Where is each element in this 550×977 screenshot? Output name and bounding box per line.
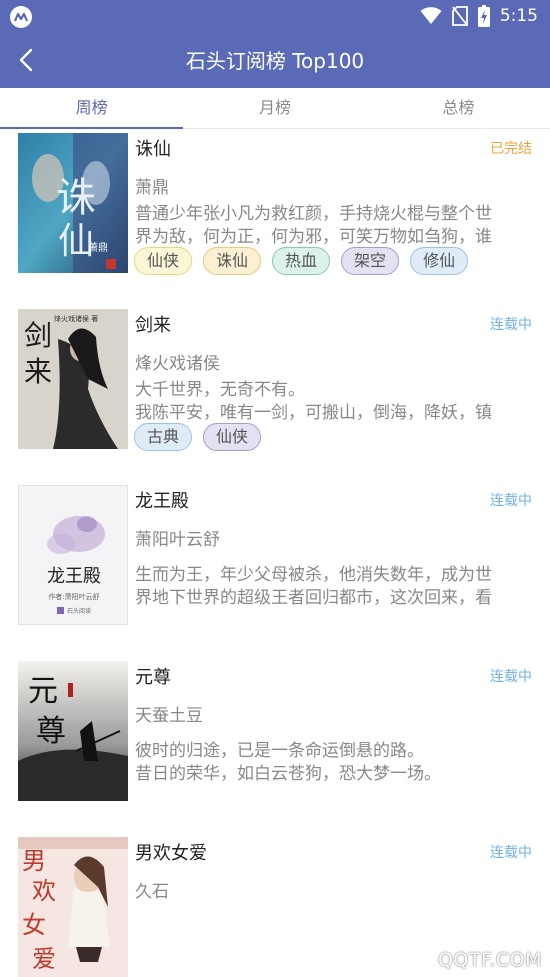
tab-all-time[interactable]: 总榜 [367, 88, 550, 128]
no-sim-icon [451, 6, 468, 26]
tag-chip[interactable]: 架空 [341, 247, 400, 275]
tag-chip[interactable]: 古典 [134, 423, 193, 451]
tab-bar: 周榜 月榜 总榜 [0, 88, 550, 129]
list-item[interactable]: 剑 来 烽火戏诸侯 著 剑来 连载中 烽火戏诸侯 大千世界，无奇不有。 我陈平安… [0, 309, 550, 485]
book-list: 诛 仙 萧鼎 诛仙 已完结 萧鼎 普通少年张小凡为救红颜，手持烧火棍与整个世 界… [0, 129, 550, 977]
app-bar: 石头订阅榜 Top100 [0, 31, 550, 88]
battery-charging-icon [477, 5, 490, 27]
book-title: 诛仙 [135, 139, 171, 160]
book-author: 久石 [135, 882, 169, 902]
book-cover: 男 欢 女 爱 [18, 837, 128, 977]
svg-text:诛: 诛 [56, 175, 96, 221]
book-description: 普通少年张小凡为救红颜，手持烧火棍与整个世 界为敌，何为正，何为邪，可笑万物如刍… [135, 204, 492, 247]
svg-text:作者:萧阳叶云舒: 作者:萧阳叶云舒 [48, 592, 99, 601]
svg-text:仙: 仙 [58, 221, 94, 262]
svg-text:萧鼎: 萧鼎 [88, 242, 108, 254]
book-title: 龙王殿 [135, 491, 189, 512]
status-badge: 连载中 [490, 493, 532, 509]
svg-text:爱: 爱 [32, 945, 56, 973]
list-item[interactable]: 诛 仙 萧鼎 诛仙 已完结 萧鼎 普通少年张小凡为救红颜，手持烧火棍与整个世 界… [0, 133, 550, 309]
book-cover: 龙王殿 作者:萧阳叶云舒 石头阅读 [18, 485, 128, 625]
book-cover: 诛 仙 萧鼎 [18, 133, 128, 273]
wifi-icon [420, 7, 442, 24]
svg-text:石头阅读: 石头阅读 [67, 607, 91, 615]
book-author: 天蚕土豆 [135, 706, 203, 726]
app-notification-icon [10, 6, 32, 28]
status-bar: 5:15 [0, 0, 550, 31]
tag-list: 古典 仙侠 [134, 423, 262, 451]
tag-chip[interactable]: 仙侠 [203, 423, 262, 451]
tag-chip[interactable]: 修仙 [410, 247, 469, 275]
svg-text:男: 男 [22, 847, 46, 875]
list-item[interactable]: 龙王殿 作者:萧阳叶云舒 石头阅读 龙王殿 连载中 萧阳叶云舒 生而为王，年少父… [0, 485, 550, 661]
book-author: 萧阳叶云舒 [135, 530, 220, 550]
book-cover: 剑 来 烽火戏诸侯 著 [18, 309, 128, 449]
book-title: 男欢女爱 [135, 843, 207, 864]
tag-chip[interactable]: 仙侠 [134, 247, 193, 275]
svg-text:尊: 尊 [36, 714, 66, 749]
svg-text:欢: 欢 [32, 877, 56, 905]
book-cover: 元 尊 [18, 661, 128, 801]
clock: 5:15 [499, 6, 538, 26]
tab-monthly[interactable]: 月榜 [183, 88, 366, 128]
svg-text:女: 女 [22, 911, 46, 939]
status-badge: 连载中 [490, 317, 532, 333]
book-description: 生而为王，年少父母被杀，他消失数年，成为世 界地下世界的超级王者回归都市，这次回… [135, 565, 492, 608]
book-title: 剑来 [135, 315, 171, 336]
book-author: 萧鼎 [135, 178, 169, 198]
tag-chip[interactable]: 诛仙 [203, 247, 262, 275]
status-badge: 连载中 [490, 845, 532, 861]
svg-text:龙王殿: 龙王殿 [47, 566, 101, 587]
book-title: 元尊 [135, 667, 171, 688]
svg-text:元: 元 [28, 674, 58, 709]
svg-text:剑: 剑 [24, 319, 52, 352]
svg-text:烽火戏诸侯 著: 烽火戏诸侯 著 [54, 314, 98, 323]
status-badge: 连载中 [490, 669, 532, 685]
tag-chip[interactable]: 热血 [272, 247, 331, 275]
watermark: QQTF.COM [437, 949, 542, 971]
book-description: 彼时的归途，已是一条命运倒悬的路。 昔日的荣华，如白云苍狗，恐大梦一场。 [135, 741, 441, 784]
page-title: 石头订阅榜 Top100 [185, 49, 365, 73]
book-description: 大千世界，无奇不有。 我陈平安，唯有一剑，可搬山，倒海，降妖，镇 [135, 380, 492, 423]
book-author: 烽火戏诸侯 [135, 354, 220, 374]
tab-weekly[interactable]: 周榜 [0, 88, 184, 129]
list-item[interactable]: 元 尊 元尊 连载中 天蚕土豆 彼时的归途，已是一条命运倒悬的路。 昔日的荣华，… [0, 661, 550, 837]
tag-list: 仙侠 诛仙 热血 架空 修仙 [134, 247, 469, 275]
status-badge: 已完结 [490, 141, 532, 157]
svg-text:来: 来 [24, 355, 52, 388]
